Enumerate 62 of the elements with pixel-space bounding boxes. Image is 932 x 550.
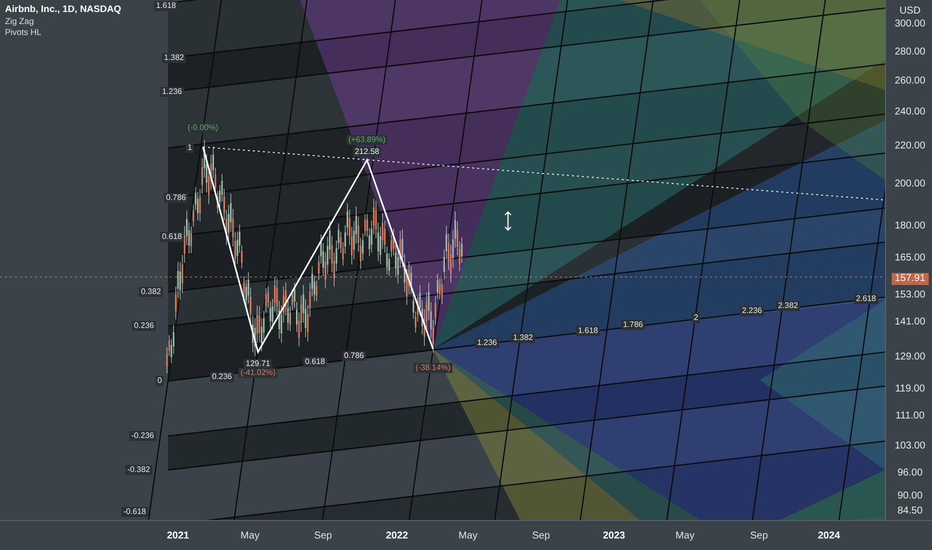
price-tick: 153.00	[894, 290, 926, 300]
price-tick: 111.00	[895, 410, 925, 422]
fib-level-label: -0.236	[129, 431, 156, 441]
fib-level-label: 1.382	[162, 53, 186, 63]
last-price-badge: 157.91	[892, 273, 928, 285]
time-tick: 2024	[818, 530, 840, 542]
price-tick: 260.00	[894, 76, 926, 86]
fib-level-label: 1.236	[474, 338, 500, 348]
fib-level-label: 1.382	[510, 333, 536, 343]
pivot-change: (-0.00%)	[186, 123, 220, 133]
indicator-label: Zig Zag	[5, 16, 35, 26]
fib-level-label: 0.786	[164, 193, 188, 203]
fib-level-label: 0.382	[138, 287, 163, 297]
fib-level-label: 2	[692, 313, 700, 323]
fib-level-label: 0.618	[302, 357, 328, 367]
price-tick: 200.00	[894, 178, 926, 190]
fib-level-label: 0.618	[160, 232, 184, 242]
time-tick: Sep	[532, 530, 550, 542]
price-tick: 103.00	[894, 440, 926, 452]
fib-level-label: 2.236	[740, 306, 764, 316]
fib-level-label: 2.618	[854, 294, 878, 304]
fib-level-label: 0	[156, 376, 164, 386]
fib-level-label: 2.382	[776, 301, 800, 311]
fib-level-label: 1.618	[576, 326, 600, 336]
price-tick: 96.00	[897, 468, 923, 478]
fib-level-label: -0.382	[125, 465, 152, 475]
fib-level-label: -0.618	[121, 507, 148, 517]
fib-level-label: 1.618	[154, 1, 178, 11]
price-tick: 129.00	[894, 352, 926, 362]
double-arrow-icon	[504, 211, 512, 231]
price-tick: 280.00	[894, 46, 926, 58]
price-tick: 84.50	[897, 506, 923, 516]
pivot-price: 212.58	[352, 147, 382, 157]
time-tick: May	[458, 530, 478, 542]
time-tick: 2021	[166, 530, 190, 542]
fib-level-label: 0.236	[132, 321, 156, 331]
pivot-price: 129.71	[244, 359, 272, 369]
time-tick: Sep	[314, 530, 332, 542]
symbol-title: Airbnb, Inc., 1D, NASDAQ	[5, 4, 122, 15]
currency-label: USD	[899, 6, 921, 16]
time-tick: May	[676, 530, 694, 542]
price-tick: 165.00	[894, 252, 926, 264]
time-tick: 2023	[602, 530, 626, 542]
indicator-label: Pivots HL	[5, 27, 42, 37]
pivot-change: (-38.14%)	[413, 363, 453, 373]
fib-level-label: 1.786	[620, 320, 646, 330]
price-tick: 141.00	[894, 316, 926, 328]
time-tick: 2022	[386, 530, 408, 542]
fib-level-label: 0.786	[342, 351, 366, 361]
pivot-change: (-41.02%)	[238, 368, 278, 378]
price-tick: 240.00	[894, 106, 926, 118]
price-tick: 180.00	[894, 220, 926, 232]
pivot-change: (+63.89%)	[346, 135, 388, 145]
time-tick: May	[240, 530, 260, 542]
fib-level-label: 0.236	[210, 372, 234, 382]
time-tick: Sep	[750, 530, 768, 542]
fib-level-label: 1	[186, 143, 194, 153]
price-tick: 300.00	[894, 18, 926, 30]
price-tick: 119.00	[895, 384, 925, 394]
fib-level-label: 1.236	[160, 87, 184, 97]
price-tick: 220.00	[894, 140, 926, 152]
price-tick: 90.00	[897, 490, 923, 502]
